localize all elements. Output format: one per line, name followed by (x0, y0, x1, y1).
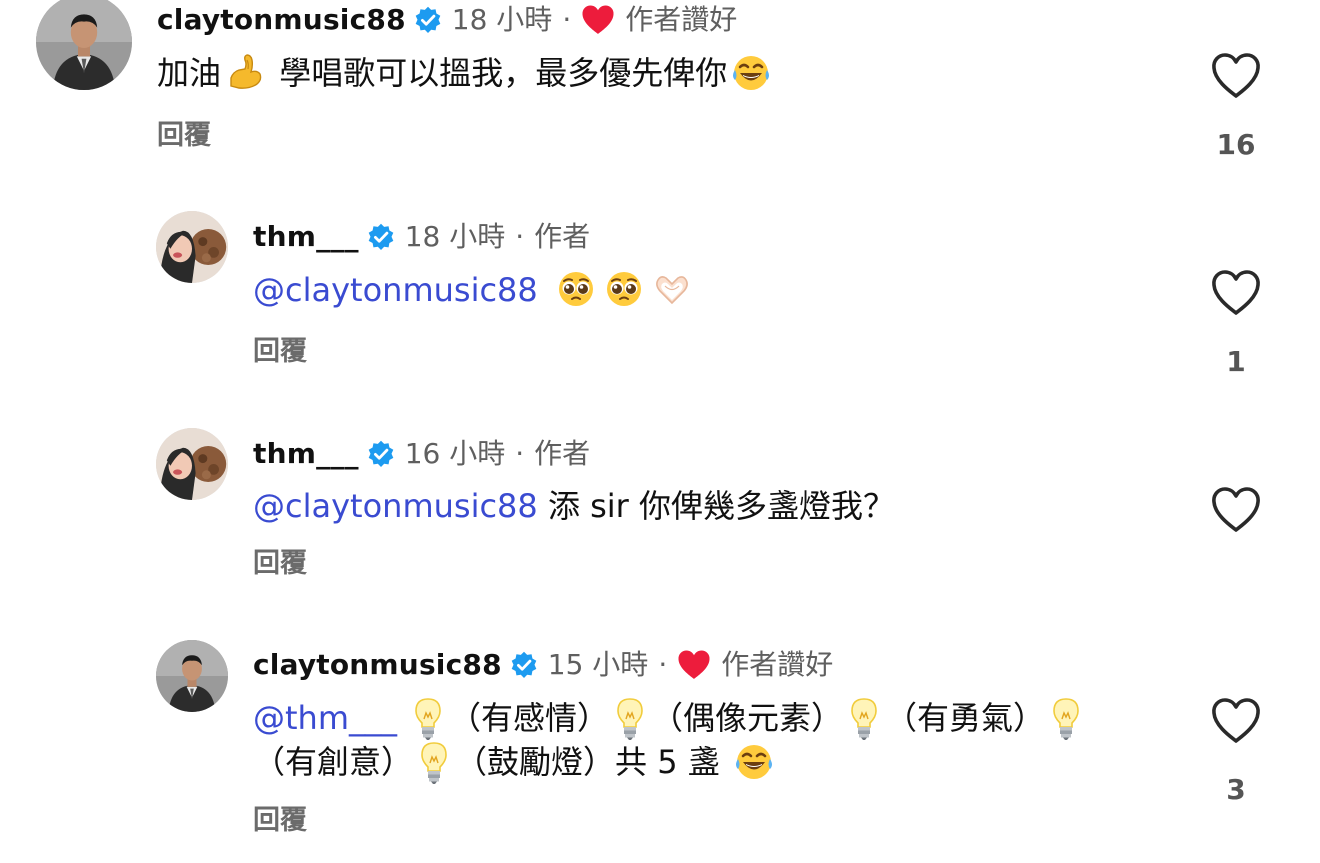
comment-header: claytonmusic88 18 小時 · 作者讚好 (157, 0, 737, 40)
verified-badge-icon (510, 651, 538, 679)
verified-badge-icon (367, 223, 395, 251)
username[interactable]: claytonmusic88 (253, 645, 502, 685)
timestamp: 18 小時 (451, 3, 553, 36)
comment-text-line-2: （有創意） （鼓勵燈）共 5 盞 (253, 740, 778, 785)
like-button[interactable] (1210, 486, 1262, 534)
avatar[interactable] (156, 211, 228, 283)
avatar[interactable] (156, 428, 228, 500)
like-count: 16 (1216, 128, 1256, 161)
comment-header: thm___ 16 小時 · 作者 (253, 434, 590, 474)
laughing-tears-emoji (734, 741, 774, 781)
reply-button[interactable]: 回覆 (157, 118, 211, 154)
heart-hands-emoji (652, 269, 692, 309)
username[interactable]: thm___ (253, 217, 359, 257)
mention-link[interactable]: @claytonmusic88 (253, 271, 538, 309)
timestamp: 16 小時 (404, 437, 506, 470)
light-bulb-emoji (615, 697, 645, 741)
text-segment: 添 sir 你俾幾多盞燈我？ (537, 487, 896, 525)
comment-text: @claytonmusic88 (253, 268, 696, 312)
like-count: 1 (1226, 345, 1246, 378)
heart-icon (1210, 697, 1262, 745)
username[interactable]: claytonmusic88 (157, 0, 406, 40)
text-segment: （有勇氣） (885, 699, 1046, 737)
light-bulb-emoji (413, 697, 443, 741)
verified-badge-icon (367, 440, 395, 468)
comment-text: @claytonmusic88 添 sir 你俾幾多盞燈我？ (253, 484, 895, 528)
avatar[interactable] (156, 640, 228, 712)
avatar-image (156, 428, 228, 500)
separator-dot: · (515, 437, 525, 470)
separator-dot: · (515, 220, 525, 253)
timestamp: 15 小時 (547, 648, 649, 681)
avatar-image (156, 211, 228, 283)
heart-icon (1210, 52, 1262, 100)
mention-link[interactable]: @claytonmusic88 (253, 487, 538, 525)
reply-button[interactable]: 回覆 (253, 546, 307, 582)
pleading-face-emoji (556, 269, 596, 309)
reply-button[interactable]: 回覆 (253, 334, 307, 370)
flexed-biceps-emoji (225, 52, 265, 92)
author-badge: 作者 (534, 437, 591, 470)
text-segment: （鼓勵燈）共 5 盞 (455, 743, 720, 781)
avatar-image (156, 640, 228, 712)
like-count: 3 (1226, 773, 1246, 806)
reply-button[interactable]: 回覆 (253, 803, 307, 839)
author-liked-badge: 作者讚好 (625, 3, 738, 36)
comment-text: 加油 學唱歌可以搵我，最多優先俾你 (157, 51, 775, 95)
author-badge: 作者 (534, 220, 591, 253)
like-button[interactable] (1210, 52, 1262, 100)
comment-text-line-1: @thm___ （有感情） （偶像元素） （有勇氣） (253, 696, 1087, 741)
verified-badge-icon (414, 6, 442, 34)
text-segment: 加油 (157, 54, 222, 92)
mention-link[interactable]: @thm___ (253, 699, 397, 737)
heart-icon (677, 649, 711, 681)
text-segment: 學唱歌可以搵我，最多優先俾你 (269, 54, 728, 92)
pleading-face-emoji (604, 269, 644, 309)
light-bulb-emoji (419, 741, 449, 785)
like-button[interactable] (1210, 697, 1262, 745)
username[interactable]: thm___ (253, 434, 359, 474)
text-segment: （偶像元素） (651, 699, 844, 737)
separator-dot: · (562, 3, 572, 36)
light-bulb-emoji (849, 697, 879, 741)
heart-icon (581, 4, 615, 36)
like-button[interactable] (1210, 269, 1262, 317)
avatar-image (36, 0, 132, 90)
avatar[interactable] (36, 0, 132, 90)
comment-header: claytonmusic88 15 小時 · 作者讚好 (253, 645, 833, 685)
author-liked-badge: 作者讚好 (721, 648, 834, 681)
light-bulb-emoji (1051, 697, 1081, 741)
text-segment: （有感情） (449, 699, 610, 737)
separator-dot: · (658, 648, 668, 681)
laughing-tears-emoji (731, 52, 771, 92)
text-segment: （有創意） (253, 743, 414, 781)
heart-icon (1210, 269, 1262, 317)
heart-icon (1210, 486, 1262, 534)
comments-page: claytonmusic88 18 小時 · 作者讚好 加油 學唱歌可以搵我，最… (0, 0, 1320, 863)
timestamp: 18 小時 (404, 220, 506, 253)
comment-header: thm___ 18 小時 · 作者 (253, 217, 590, 257)
